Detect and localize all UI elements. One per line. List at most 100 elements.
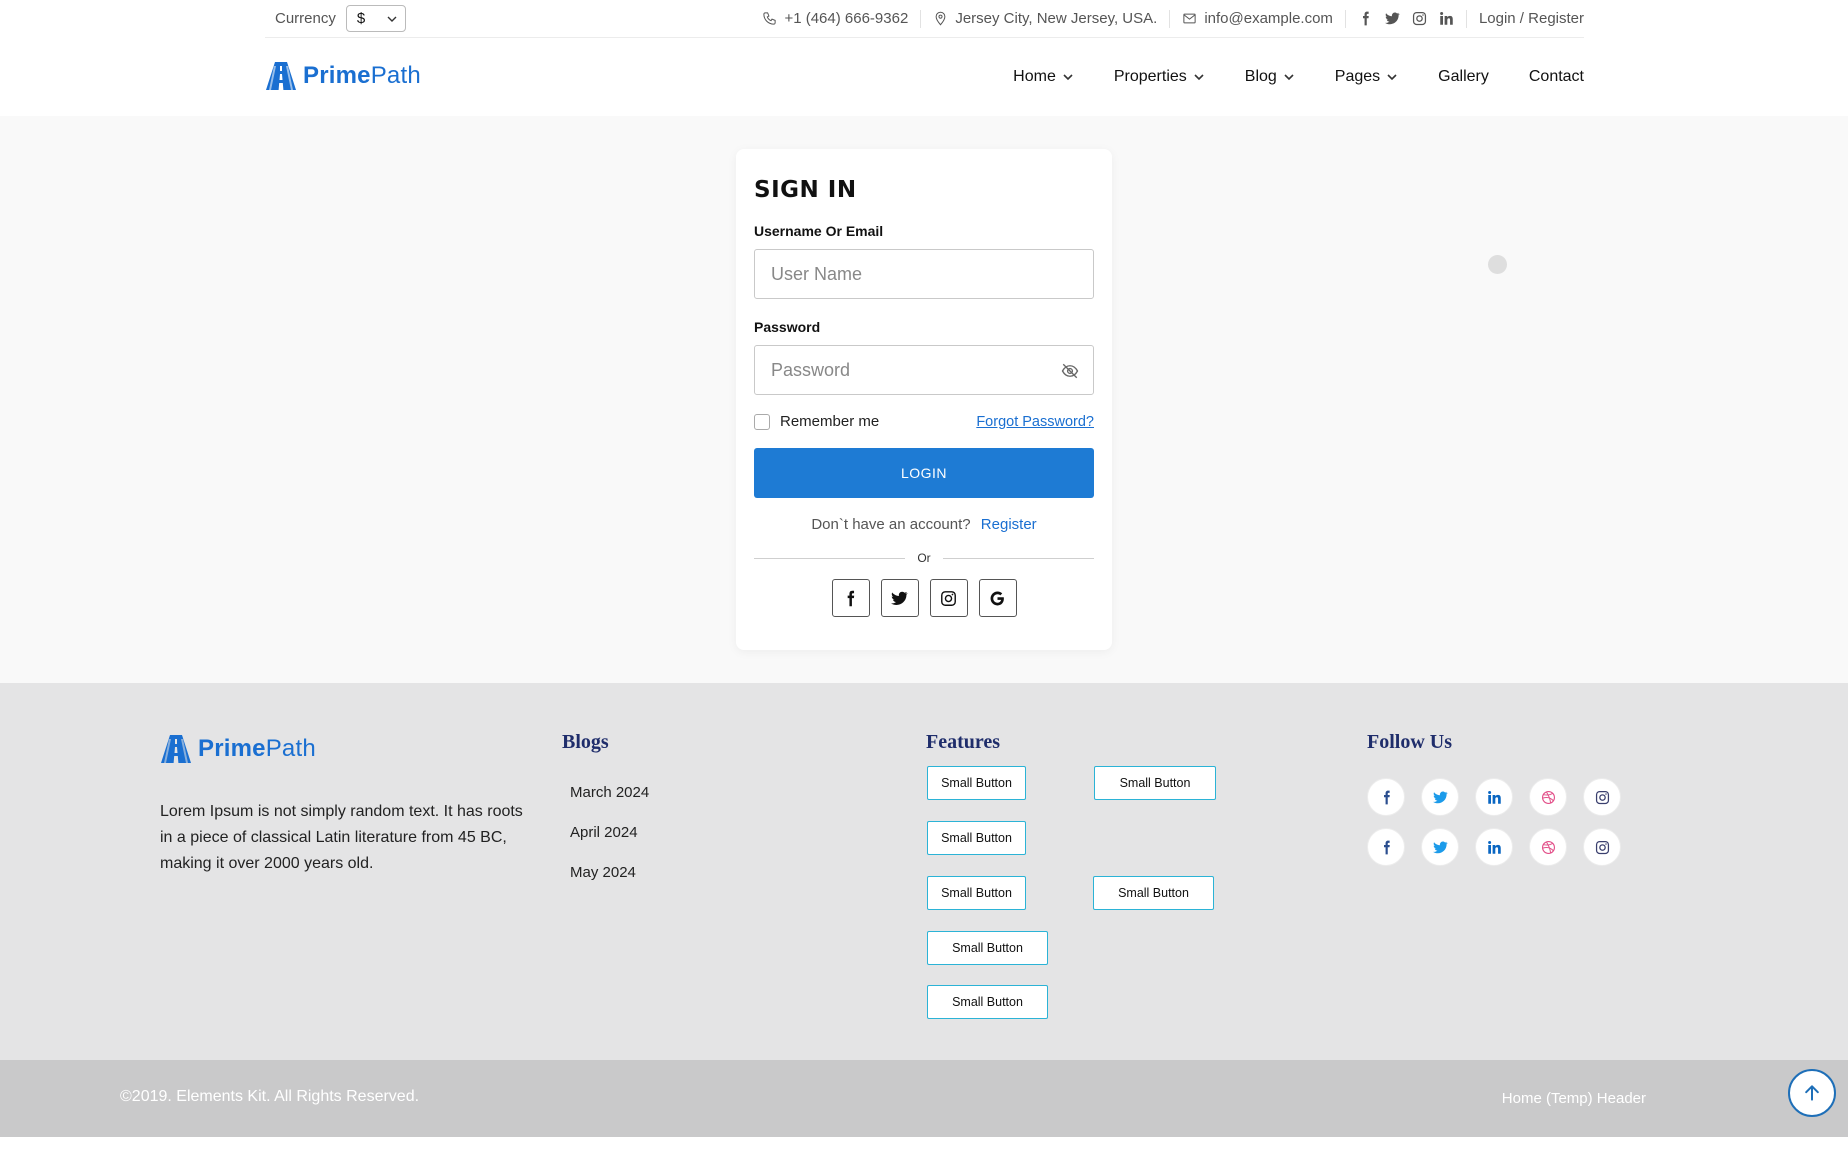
currency-group: Currency $ (265, 5, 406, 32)
blog-archive-item[interactable]: April 2024 (570, 824, 649, 864)
top-bar-info: +1 (464) 666-9362 Jersey City, New Jerse… (750, 9, 1584, 28)
footer-menu-link[interactable]: Home (Temp) Header (1502, 1090, 1646, 1107)
divider-line (754, 557, 906, 559)
forgot-password-link[interactable]: Forgot Password? (976, 414, 1094, 430)
eye-slash-icon[interactable] (1061, 362, 1079, 380)
email-text: info@example.com (1204, 10, 1333, 27)
login-register-text: Login / Register (1478, 10, 1584, 27)
nav-blog[interactable]: Blog (1245, 68, 1295, 86)
main-nav: Home Properties Blog Pages Gallery Conta… (1013, 38, 1584, 116)
currency-select[interactable]: $ (345, 5, 406, 32)
password-input[interactable]: Password (754, 345, 1094, 395)
register-link[interactable]: Register (981, 516, 1037, 533)
google-login-button[interactable] (978, 579, 1017, 617)
twitter-icon[interactable] (1385, 11, 1400, 26)
facebook-icon (1383, 840, 1390, 854)
small-button[interactable]: Small Button (927, 876, 1026, 910)
phone-text: +1 (464) 666-9362 (784, 10, 909, 27)
facebook-icon (847, 590, 855, 606)
chevron-down-icon (1194, 74, 1204, 81)
dribbble-icon (1541, 840, 1555, 854)
signin-title: SIGN IN (754, 177, 857, 203)
small-button[interactable]: Small Button (927, 766, 1026, 800)
signin-card: SIGN IN Username Or Email User Name Pass… (736, 149, 1112, 650)
page-bottom-strip (0, 1137, 1848, 1153)
blog-archive-item[interactable]: March 2024 (570, 784, 649, 824)
remember-row: Remember me Forgot Password? (754, 413, 1094, 430)
username-input[interactable]: User Name (754, 249, 1094, 299)
instagram-icon (1595, 790, 1609, 804)
top-social-links (1346, 9, 1467, 28)
logo-wordmark: PrimePath (303, 62, 421, 89)
email-item[interactable]: info@example.com (1170, 9, 1346, 28)
main-content: SIGN IN Username Or Email User Name Pass… (0, 116, 1848, 683)
google-icon (990, 591, 1004, 605)
phone-icon (763, 12, 777, 25)
remember-checkbox[interactable] (754, 413, 770, 430)
small-button[interactable]: Small Button (1094, 766, 1216, 800)
small-button[interactable]: Small Button (927, 821, 1026, 855)
register-prompt: Don`t have an account? Register (754, 516, 1094, 533)
envelope-icon (1183, 13, 1196, 24)
logo-wordmark: PrimePath (198, 735, 316, 762)
remember-label: Remember me (780, 413, 880, 430)
divider-line (942, 557, 1094, 559)
copyright-text: ©2019. Elements Kit. All Rights Reserved… (120, 1088, 420, 1105)
twitter-link[interactable] (1421, 778, 1459, 816)
facebook-link[interactable] (1367, 828, 1405, 866)
road-logo-icon (161, 735, 191, 763)
small-button[interactable]: Small Button (927, 985, 1048, 1019)
address-item[interactable]: Jersey City, New Jersey, USA. (921, 9, 1171, 28)
small-button[interactable]: Small Button (927, 931, 1048, 965)
blog-archive-list: March 2024 April 2024 May 2024 (570, 784, 649, 904)
facebook-icon (1383, 790, 1390, 804)
nav-home[interactable]: Home (1013, 68, 1074, 86)
twitter-icon (1432, 841, 1448, 853)
login-button[interactable]: LOGIN (754, 448, 1094, 498)
footer-logo[interactable]: PrimePath (160, 733, 316, 765)
blogs-title: Blogs (562, 731, 609, 753)
password-label: Password (754, 319, 821, 335)
site-logo[interactable]: PrimePath (265, 60, 421, 92)
dribbble-icon (1541, 790, 1555, 804)
username-label: Username Or Email (754, 223, 884, 239)
nav-properties[interactable]: Properties (1114, 68, 1205, 86)
linkedin-icon (1487, 790, 1501, 804)
facebook-icon[interactable] (1358, 11, 1373, 26)
blog-archive-item[interactable]: May 2024 (570, 864, 649, 904)
login-register-link[interactable]: Login / Register (1467, 10, 1584, 28)
follow-us-title: Follow Us (1367, 731, 1452, 753)
copyright-bar: ©2019. Elements Kit. All Rights Reserved… (0, 1060, 1848, 1137)
scroll-to-top-button[interactable] (1788, 1069, 1836, 1117)
decorative-dot (1488, 255, 1507, 274)
nav-pages[interactable]: Pages (1335, 68, 1398, 86)
features-title: Features (926, 731, 1001, 753)
dribbble-link[interactable] (1529, 828, 1567, 866)
instagram-login-button[interactable] (929, 579, 968, 617)
facebook-login-button[interactable] (831, 579, 870, 617)
currency-label: Currency (275, 10, 336, 27)
twitter-link[interactable] (1421, 828, 1459, 866)
linkedin-icon[interactable] (1439, 11, 1454, 26)
nav-contact[interactable]: Contact (1529, 68, 1584, 86)
or-divider: Or (754, 551, 1094, 565)
instagram-icon[interactable] (1412, 11, 1427, 26)
site-header: PrimePath Home Properties Blog Pages Gal… (0, 38, 1848, 116)
no-account-text: Don`t have an account? (811, 516, 971, 533)
linkedin-link[interactable] (1475, 828, 1513, 866)
dribbble-link[interactable] (1529, 778, 1567, 816)
instagram-link[interactable] (1583, 778, 1621, 816)
instagram-link[interactable] (1583, 828, 1621, 866)
phone-item[interactable]: +1 (464) 666-9362 (750, 9, 922, 28)
chevron-down-icon (387, 16, 397, 22)
facebook-link[interactable] (1367, 778, 1405, 816)
small-button[interactable]: Small Button (1093, 876, 1214, 910)
chevron-down-icon (1284, 74, 1294, 81)
remember-me[interactable]: Remember me (754, 413, 879, 430)
instagram-icon (1595, 840, 1609, 854)
linkedin-icon (1487, 840, 1501, 854)
chevron-down-icon (1387, 74, 1397, 81)
twitter-login-button[interactable] (880, 579, 919, 617)
linkedin-link[interactable] (1475, 778, 1513, 816)
nav-gallery[interactable]: Gallery (1438, 68, 1489, 86)
